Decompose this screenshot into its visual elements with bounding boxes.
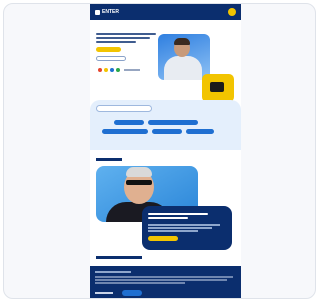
filter-chip[interactable] [102,129,148,134]
rating-text [124,69,140,71]
filter-chip[interactable] [148,120,198,125]
filter-chip[interactable] [186,129,214,134]
hero-badge [202,74,234,102]
logo-text: ENTER [102,9,119,15]
site-logo[interactable]: ENTER [95,9,119,15]
product-icon [210,82,224,92]
hero-title [96,33,158,45]
cookie-banner [90,266,241,298]
rating-row [98,68,140,72]
rating-icon [116,68,120,72]
rating-icon [98,68,102,72]
promo-button[interactable] [148,236,178,241]
hero-section [90,20,241,102]
site-header: ENTER [90,4,241,20]
promo-card [142,206,232,250]
menu-icon[interactable] [228,8,236,16]
section-heading [96,256,142,259]
filter-chip[interactable] [114,120,144,125]
cookie-title [95,271,131,273]
hero-secondary-button[interactable] [96,56,126,61]
hero-photo [158,34,210,80]
filter-section [90,100,241,150]
filter-chip[interactable] [152,129,182,134]
section-heading [96,158,122,161]
filter-input[interactable] [96,105,152,112]
rating-icon [110,68,114,72]
cookie-settings-link[interactable] [95,290,115,295]
logo-icon [95,9,100,15]
hero-primary-button[interactable] [96,47,121,52]
cookie-accept-button[interactable] [122,290,142,296]
rating-icon [104,68,108,72]
page-preview: ENTER [90,4,241,298]
